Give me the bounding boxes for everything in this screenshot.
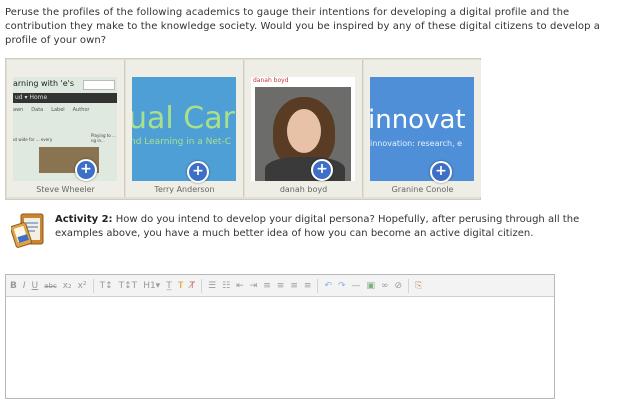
profile-card-granine-conole[interactable]: innovat innovation: research, e + Granin… <box>364 60 481 197</box>
underline-button[interactable]: U <box>32 275 39 297</box>
profile-card-steve-wheeler[interactable]: arning with 'e's ud ▾ Home awn Data Labe… <box>7 60 125 197</box>
profile-thumbnail[interactable]: arning with 'e's ud ▾ Home awn Data Labe… <box>13 77 117 181</box>
thumb-search-box <box>83 80 115 90</box>
strikethrough-button[interactable]: abc <box>44 275 57 297</box>
thumb-nav-text: ud ▾ Home <box>15 94 48 101</box>
superscript-button[interactable]: x² <box>78 275 87 297</box>
unlink-icon[interactable]: ⊘ <box>395 275 403 297</box>
profile-name: Terry Anderson <box>154 185 215 194</box>
italic-button[interactable]: I <box>23 275 26 297</box>
outdent-icon[interactable]: ⇤ <box>236 275 244 297</box>
thumb-small-text: innovation: research, e <box>370 139 463 148</box>
bold-button[interactable]: B <box>10 275 17 297</box>
activity-instruction: Activity 2: How do you intend to develop… <box>55 213 610 241</box>
horizontal-rule-icon[interactable]: — <box>352 275 361 297</box>
thumb-sidebar-text: ut wide for ... every <box>13 137 53 142</box>
activity-clipboard-icon <box>11 213 44 248</box>
align-right-icon[interactable]: ≡ <box>290 275 298 297</box>
toolbar-divider <box>201 278 202 293</box>
profile-card-terry-anderson[interactable]: ual Car nd Learning in a Net-C + Terry A… <box>126 60 244 197</box>
intro-paragraph: Peruse the profiles of the following aca… <box>5 7 601 46</box>
activity-text: How do you intend to develop your digita… <box>55 214 580 239</box>
editor-toolbar: B I U abc x₂ x² T↕ T↕T H1▾ T̲ 𝐓 T̸ ☰ ☷ ⇤… <box>6 275 554 297</box>
align-left-icon[interactable]: ≡ <box>263 275 271 297</box>
profile-name: danah boyd <box>279 185 328 194</box>
profile-thumbnail[interactable]: innovat innovation: research, e <box>370 77 474 181</box>
thumb-blog-title: arning with 'e's <box>13 79 75 88</box>
thumb-big-text: innovat <box>370 105 466 135</box>
link-icon[interactable]: ∞ <box>381 275 389 297</box>
font-size-button[interactable]: T↕ <box>100 275 113 297</box>
add-profile-button[interactable]: + <box>430 161 452 183</box>
undo-button[interactable]: ↶ <box>324 275 332 297</box>
toolbar-divider <box>408 278 410 293</box>
add-profile-button[interactable]: + <box>75 159 97 181</box>
toolbar-divider <box>317 278 319 293</box>
highlight-icon[interactable]: 𝐓 <box>178 275 184 297</box>
activity-label: Activity 2: <box>55 214 113 225</box>
thumb-big-text: ual Car <box>132 101 235 136</box>
profile-name: Steve Wheeler <box>36 185 95 194</box>
align-center-icon[interactable]: ≡ <box>277 275 285 297</box>
bullet-list-icon[interactable]: ☰ <box>208 275 216 297</box>
thumb-header-text: danah boyd <box>253 77 289 84</box>
add-profile-button[interactable]: + <box>187 161 209 183</box>
profile-card-danah-boyd[interactable]: danah boyd + danah boyd <box>245 60 363 197</box>
toolbar-divider <box>92 278 94 293</box>
numbered-list-icon[interactable]: ☷ <box>222 275 230 297</box>
image-icon[interactable]: ▣ <box>367 275 376 297</box>
thumb-menu: awn Data Label Author <box>13 107 90 113</box>
heading-dropdown[interactable]: H1▾ <box>143 275 160 297</box>
format-button[interactable]: T̲ <box>166 275 172 297</box>
thumb-right-text: Playing to ... ng in... <box>91 133 116 143</box>
font-family-button[interactable]: T↕T <box>119 275 138 297</box>
clear-format-button[interactable]: T̸ <box>190 275 196 297</box>
add-profile-button[interactable]: + <box>311 159 333 181</box>
rich-text-editor[interactable]: B I U abc x₂ x² T↕ T↕T H1▾ T̲ 𝐓 T̸ ☰ ☷ ⇤… <box>5 274 555 399</box>
editor-text-area[interactable] <box>6 298 554 398</box>
profile-thumbnail[interactable]: ual Car nd Learning in a Net-C <box>132 77 236 181</box>
profile-thumbnail[interactable]: danah boyd <box>251 77 355 181</box>
redo-button[interactable]: ↷ <box>338 275 346 297</box>
align-justify-icon[interactable]: ≡ <box>304 275 312 297</box>
profile-name: Granine Conole <box>391 185 454 194</box>
portrait-photo <box>255 87 351 181</box>
thumb-small-text: nd Learning in a Net-C <box>132 137 231 147</box>
profile-gallery: arning with 'e's ud ▾ Home awn Data Labe… <box>5 58 481 200</box>
paste-icon[interactable]: ⎘ <box>415 275 422 297</box>
subscript-button[interactable]: x₂ <box>63 275 72 297</box>
indent-icon[interactable]: ⇥ <box>250 275 258 297</box>
